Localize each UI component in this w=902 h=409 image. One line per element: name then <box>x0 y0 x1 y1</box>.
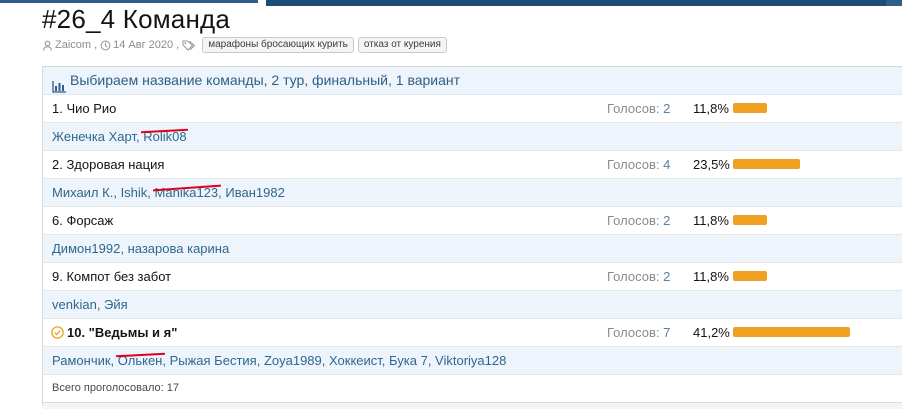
poll-option-votes: Голосов: 4 <box>607 157 671 172</box>
voter-list: venkian, Эйя <box>52 297 128 312</box>
votes-count-link[interactable]: 2 <box>663 269 670 284</box>
post-date-link[interactable]: 14 Авг 2020 <box>113 39 173 51</box>
voter-name-struck[interactable]: Rolik08 <box>143 123 186 150</box>
poll-option-row: 2. Здоровая нация Голосов: 4 23,5% <box>43 151 902 179</box>
voter-name-link[interactable]: Viktoriya128 <box>435 353 506 368</box>
voter-name-link[interactable]: назарова карина <box>128 241 230 256</box>
poll-option-votes: Голосов: 2 <box>607 213 671 228</box>
voter-name-link[interactable]: Хоккеист <box>329 353 382 368</box>
thread-title: #26_4 Команда <box>42 4 231 34</box>
voter-name-link[interactable]: Иван1982 <box>225 185 284 200</box>
poll-option-label: 2. Здоровая нация <box>52 157 165 172</box>
poll-total-votes: Всего проголосовало: 17 <box>43 375 902 403</box>
poll-question: Выбираем название команды, 2 тур, финаль… <box>70 72 461 88</box>
poll-option-row: 1. Чио Рио Голосов: 2 11,8% <box>43 95 902 123</box>
voter-name-link[interactable]: Бука 7 <box>389 353 428 368</box>
votes-count-link[interactable]: 7 <box>663 325 670 340</box>
nav-bar-segment <box>886 0 902 6</box>
votes-count-link[interactable]: 4 <box>663 157 670 172</box>
nav-bar-segment <box>0 0 258 3</box>
poll-option-percent: 41,2% <box>693 325 730 340</box>
voter-name-link[interactable]: Ishik <box>121 185 148 200</box>
voter-name-struck[interactable]: Manika123 <box>155 179 219 206</box>
poll-option-label: 6. Форсаж <box>52 213 114 228</box>
voter-list: Рамончик, Олькен, Рыжая Бестия, Zoya1989… <box>52 347 506 374</box>
nav-bar-segment <box>266 0 886 6</box>
poll-voters-row: venkian, Эйя <box>43 291 902 319</box>
votes-count-link[interactable]: 2 <box>663 101 670 116</box>
voter-name-link[interactable]: Рамончик <box>52 353 111 368</box>
voter-name-link[interactable]: Рыжая Бестия <box>170 353 257 368</box>
voter-name-link[interactable]: Zoya1989 <box>264 353 322 368</box>
voter-list: Димон1992, назарова карина <box>52 241 230 256</box>
voter-name-link[interactable]: Женечка Харт <box>52 129 136 144</box>
voter-name-link[interactable]: venkian <box>52 297 97 312</box>
poll-option-votes: Голосов: 2 <box>607 269 671 284</box>
poll-result-bar <box>733 327 850 337</box>
author-link[interactable]: Zaicom <box>55 39 91 51</box>
poll-option-label: 1. Чио Рио <box>52 101 117 116</box>
poll-result-bar <box>733 103 767 113</box>
poll-footer-strip <box>43 403 902 409</box>
user-icon <box>42 40 53 51</box>
poll-voters-row: Женечка Харт, Rolik08 <box>43 123 902 151</box>
poll-header: Выбираем название команды, 2 тур, финаль… <box>43 67 902 95</box>
bar-chart-icon <box>52 75 66 93</box>
poll-block: Выбираем название команды, 2 тур, финаль… <box>42 66 902 409</box>
voter-list: Михаил К., Ishik, Manika123, Иван1982 <box>52 179 285 206</box>
poll-voters-row: Димон1992, назарова карина <box>43 235 902 263</box>
poll-voters-row: Михаил К., Ishik, Manika123, Иван1982 <box>43 179 902 207</box>
voter-name-link[interactable]: Димон1992 <box>52 241 120 256</box>
poll-option-row-winner: 10. "Ведьмы и я" Голосов: 7 41,2% <box>43 319 902 347</box>
poll-option-percent: 11,8% <box>693 269 729 284</box>
thread-meta: Zaicom , 14 Авг 2020 , марафоны бросающи… <box>42 36 447 54</box>
tag-icon <box>182 39 196 51</box>
poll-option-row: 6. Форсаж Голосов: 2 11,8% <box>43 207 902 235</box>
voter-name-struck[interactable]: Олькен <box>118 347 163 374</box>
poll-result-bar <box>733 271 767 281</box>
tag-link[interactable]: отказ от курения <box>357 37 447 53</box>
poll-option-row: 9. Компот без забот Голосов: 2 11,8% <box>43 263 902 291</box>
poll-option-votes: Голосов: 7 <box>607 325 671 340</box>
poll-result-bar <box>733 215 767 225</box>
poll-option-percent: 23,5% <box>693 157 730 172</box>
voter-name-link[interactable]: Михаил К. <box>52 185 113 200</box>
poll-result-bar <box>733 159 800 169</box>
check-circle-icon <box>51 326 64 339</box>
clock-icon <box>100 40 111 51</box>
poll-option-percent: 11,8% <box>693 213 729 228</box>
poll-voters-row: Рамончик, Олькен, Рыжая Бестия, Zoya1989… <box>43 347 902 375</box>
poll-option-label: 9. Компот без забот <box>52 269 172 284</box>
poll-option-label: 10. "Ведьмы и я" <box>67 325 178 340</box>
tag-link[interactable]: марафоны бросающих курить <box>202 37 354 53</box>
votes-count-link[interactable]: 2 <box>663 213 670 228</box>
voter-name-link[interactable]: Эйя <box>104 297 128 312</box>
poll-option-votes: Голосов: 2 <box>607 101 671 116</box>
poll-option-percent: 11,8% <box>693 101 729 116</box>
voter-list: Женечка Харт, Rolik08 <box>52 123 187 150</box>
